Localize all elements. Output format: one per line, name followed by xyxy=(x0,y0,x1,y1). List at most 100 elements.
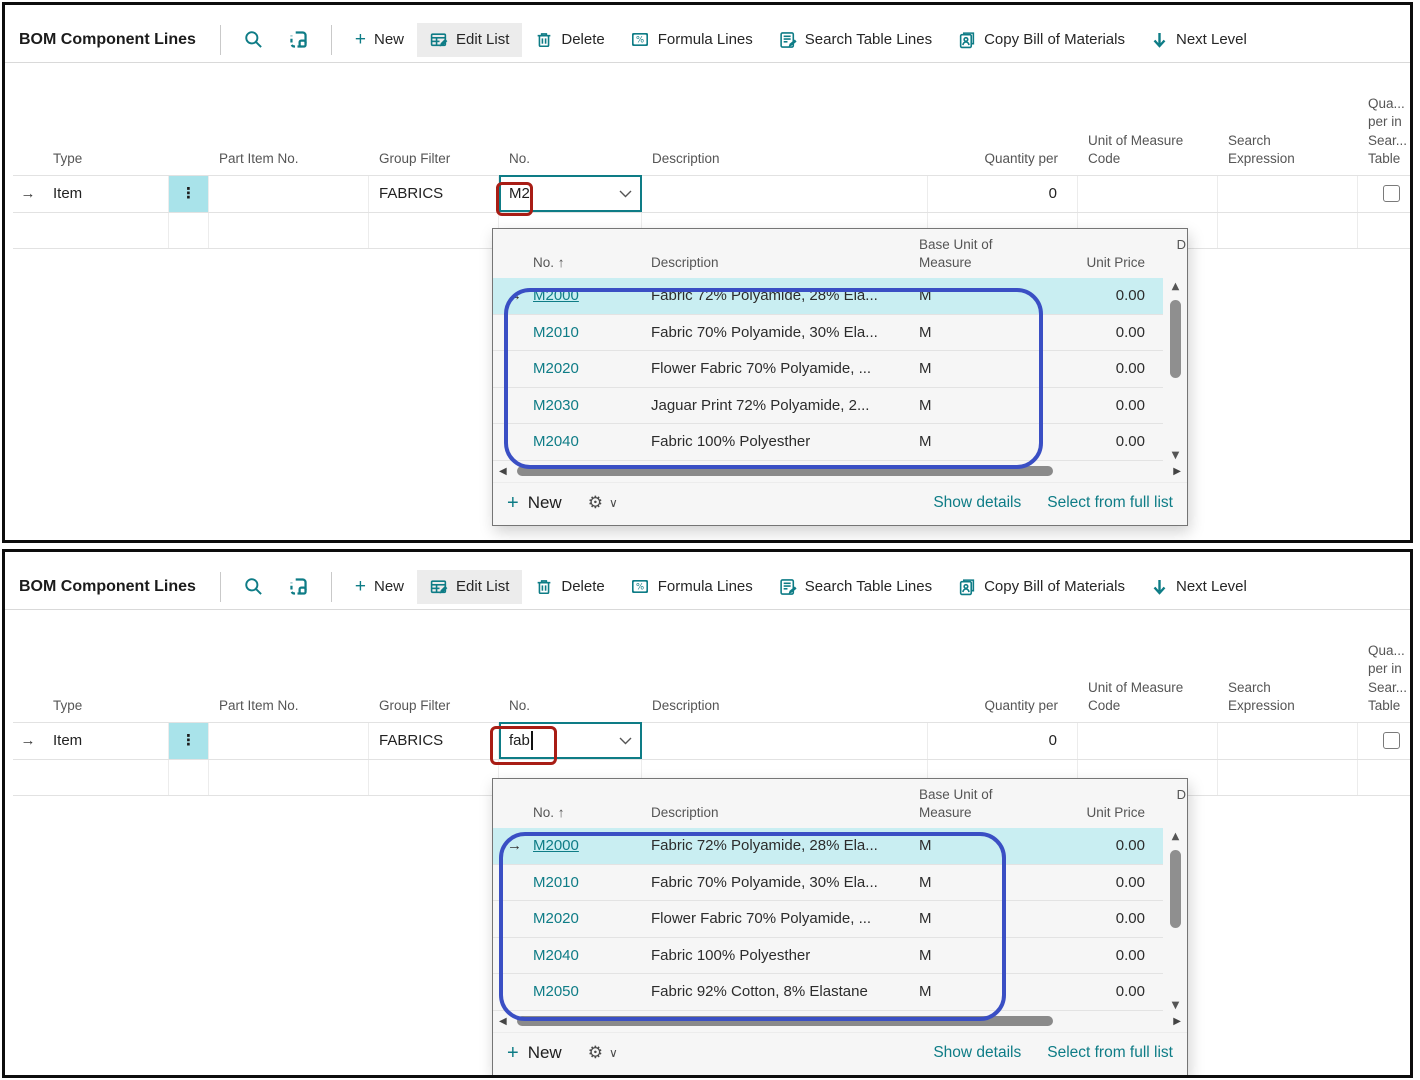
formula-lines-button[interactable]: % Formula Lines xyxy=(618,570,766,603)
type-cell[interactable]: Item xyxy=(43,176,169,212)
dd-col-no[interactable]: No. ↑ xyxy=(533,254,651,272)
copy-bill-of-materials-button[interactable]: Copy Bill of Materials xyxy=(945,23,1138,57)
list-item[interactable]: → M2000 Fabric 72% Polyamide, 28% Ela...… xyxy=(493,278,1163,315)
description-cell[interactable] xyxy=(642,723,928,759)
search-expression-cell[interactable] xyxy=(1218,176,1358,212)
scroll-up-icon[interactable]: ▲ xyxy=(1172,280,1180,294)
no-lookup-field[interactable]: fab xyxy=(499,722,642,759)
col-header-description[interactable]: Description xyxy=(642,150,928,168)
part-item-no-cell[interactable] xyxy=(209,176,369,212)
formula-lines-button[interactable]: % Formula Lines xyxy=(618,23,766,56)
new-button[interactable]: + New xyxy=(342,21,417,59)
dd-col-description[interactable]: Description xyxy=(651,254,919,272)
item-no-link[interactable]: M2000 xyxy=(533,837,651,854)
col-header-part-item-no[interactable]: Part Item No. xyxy=(209,697,369,715)
show-details-link[interactable]: Show details xyxy=(933,1044,1021,1062)
no-lookup-field[interactable]: M2 xyxy=(499,175,642,212)
scroll-down-icon[interactable]: ▼ xyxy=(1172,449,1180,463)
focus-mode-button[interactable] xyxy=(276,24,321,55)
row-options-ellipsis[interactable]: ⋮ xyxy=(169,176,209,212)
scroll-thumb[interactable] xyxy=(1170,300,1181,378)
col-header-search-expression[interactable]: Search Expression xyxy=(1218,132,1358,168)
scroll-down-icon[interactable]: ▼ xyxy=(1172,999,1180,1013)
horizontal-scrollbar[interactable]: ◀ ▶ xyxy=(493,461,1187,482)
group-filter-cell[interactable]: FABRICS xyxy=(369,176,499,212)
vertical-scrollbar[interactable]: ▲ ▼ xyxy=(1166,280,1185,463)
item-no-link[interactable]: M2020 xyxy=(533,910,651,927)
scroll-thumb[interactable] xyxy=(1170,850,1181,928)
col-header-quantity-per[interactable]: Quantity per xyxy=(928,150,1078,168)
list-item[interactable]: M2050 Fabric 92% Cotton, 8% Elastane M 0… xyxy=(493,974,1163,1011)
dropdown-new-button[interactable]: + New xyxy=(507,1042,562,1065)
col-header-part-item-no[interactable]: Part Item No. xyxy=(209,150,369,168)
col-header-quantity-per[interactable]: Quantity per xyxy=(928,697,1078,715)
col-header-type[interactable]: Type xyxy=(43,150,169,168)
item-no-link[interactable]: M2040 xyxy=(533,433,651,450)
copy-bill-of-materials-button[interactable]: Copy Bill of Materials xyxy=(945,570,1138,604)
scroll-left-icon[interactable]: ◀ xyxy=(499,466,507,477)
list-item[interactable]: M2030 Jaguar Print 72% Polyamide, 2... M… xyxy=(493,388,1163,425)
chevron-down-icon[interactable] xyxy=(619,737,632,745)
col-header-qua-per-in-search-table[interactable]: Qua... per in Sear... Table xyxy=(1358,95,1413,168)
item-no-link[interactable]: M2010 xyxy=(533,324,651,341)
item-no-link[interactable]: M2030 xyxy=(533,397,651,414)
row-options-ellipsis[interactable]: ⋮ xyxy=(169,723,209,759)
col-header-no[interactable]: No. xyxy=(499,697,642,715)
item-no-link[interactable]: M2000 xyxy=(533,287,651,304)
edit-list-button[interactable]: Edit List xyxy=(417,23,522,57)
col-header-search-expression[interactable]: Search Expression xyxy=(1218,679,1358,715)
chevron-down-icon[interactable] xyxy=(619,190,632,198)
item-no-link[interactable]: M2010 xyxy=(533,874,651,891)
hscroll-thumb[interactable] xyxy=(517,466,1054,476)
type-cell[interactable]: Item xyxy=(43,723,169,759)
item-no-link[interactable]: M2050 xyxy=(533,983,651,1000)
focus-mode-button[interactable] xyxy=(276,571,321,602)
qua-per-checkbox[interactable] xyxy=(1383,732,1400,749)
dd-col-unit-price[interactable]: Unit Price xyxy=(1011,254,1149,272)
group-filter-cell[interactable]: FABRICS xyxy=(369,723,499,759)
dd-col-unit-price[interactable]: Unit Price xyxy=(1011,804,1149,822)
col-header-no[interactable]: No. xyxy=(499,150,642,168)
next-level-button[interactable]: Next Level xyxy=(1138,570,1260,604)
list-item[interactable]: M2040 Fabric 100% Polyesther M 0.00 xyxy=(493,424,1163,461)
qua-per-checkbox[interactable] xyxy=(1383,185,1400,202)
dropdown-new-button[interactable]: + New xyxy=(507,492,562,515)
part-item-no-cell[interactable] xyxy=(209,723,369,759)
scroll-right-icon[interactable]: ▶ xyxy=(1173,466,1181,477)
dd-col-description[interactable]: Description xyxy=(651,804,919,822)
search-button[interactable] xyxy=(231,571,276,602)
uom-code-cell[interactable] xyxy=(1078,176,1218,212)
list-item[interactable]: M2010 Fabric 70% Polyamide, 30% Ela... M… xyxy=(493,865,1163,902)
list-item[interactable]: M2040 Fabric 100% Polyesther M 0.00 xyxy=(493,938,1163,975)
delete-button[interactable]: Delete xyxy=(522,23,617,57)
col-header-group-filter[interactable]: Group Filter xyxy=(369,150,499,168)
hscroll-thumb[interactable] xyxy=(517,1016,1054,1026)
search-table-lines-button[interactable]: Search Table Lines xyxy=(766,570,945,604)
search-expression-cell[interactable] xyxy=(1218,723,1358,759)
col-header-uom-code[interactable]: Unit of Measure Code xyxy=(1078,679,1218,715)
quantity-per-cell[interactable]: 0 xyxy=(928,723,1078,759)
select-from-full-list-link[interactable]: Select from full list xyxy=(1047,1044,1173,1062)
search-button[interactable] xyxy=(231,24,276,55)
col-header-type[interactable]: Type xyxy=(43,697,169,715)
new-button[interactable]: + New xyxy=(342,568,417,606)
description-cell[interactable] xyxy=(642,176,928,212)
dropdown-settings-button[interactable]: ⚙ ∨ xyxy=(588,493,618,513)
quantity-per-cell[interactable]: 0 xyxy=(928,176,1078,212)
scroll-right-icon[interactable]: ▶ xyxy=(1173,1016,1181,1027)
uom-code-cell[interactable] xyxy=(1078,723,1218,759)
vertical-scrollbar[interactable]: ▲ ▼ xyxy=(1166,830,1185,1013)
col-header-description[interactable]: Description xyxy=(642,697,928,715)
scroll-up-icon[interactable]: ▲ xyxy=(1172,830,1180,844)
scroll-left-icon[interactable]: ◀ xyxy=(499,1016,507,1027)
col-header-uom-code[interactable]: Unit of Measure Code xyxy=(1078,132,1218,168)
dd-col-no[interactable]: No. ↑ xyxy=(533,804,651,822)
select-from-full-list-link[interactable]: Select from full list xyxy=(1047,494,1173,512)
list-item[interactable]: M2020 Flower Fabric 70% Polyamide, ... M… xyxy=(493,901,1163,938)
search-table-lines-button[interactable]: Search Table Lines xyxy=(766,23,945,57)
show-details-link[interactable]: Show details xyxy=(933,494,1021,512)
next-level-button[interactable]: Next Level xyxy=(1138,23,1260,57)
col-header-group-filter[interactable]: Group Filter xyxy=(369,697,499,715)
item-no-link[interactable]: M2020 xyxy=(533,360,651,377)
col-header-qua-per-in-search-table[interactable]: Qua... per in Sear... Table xyxy=(1358,642,1413,715)
